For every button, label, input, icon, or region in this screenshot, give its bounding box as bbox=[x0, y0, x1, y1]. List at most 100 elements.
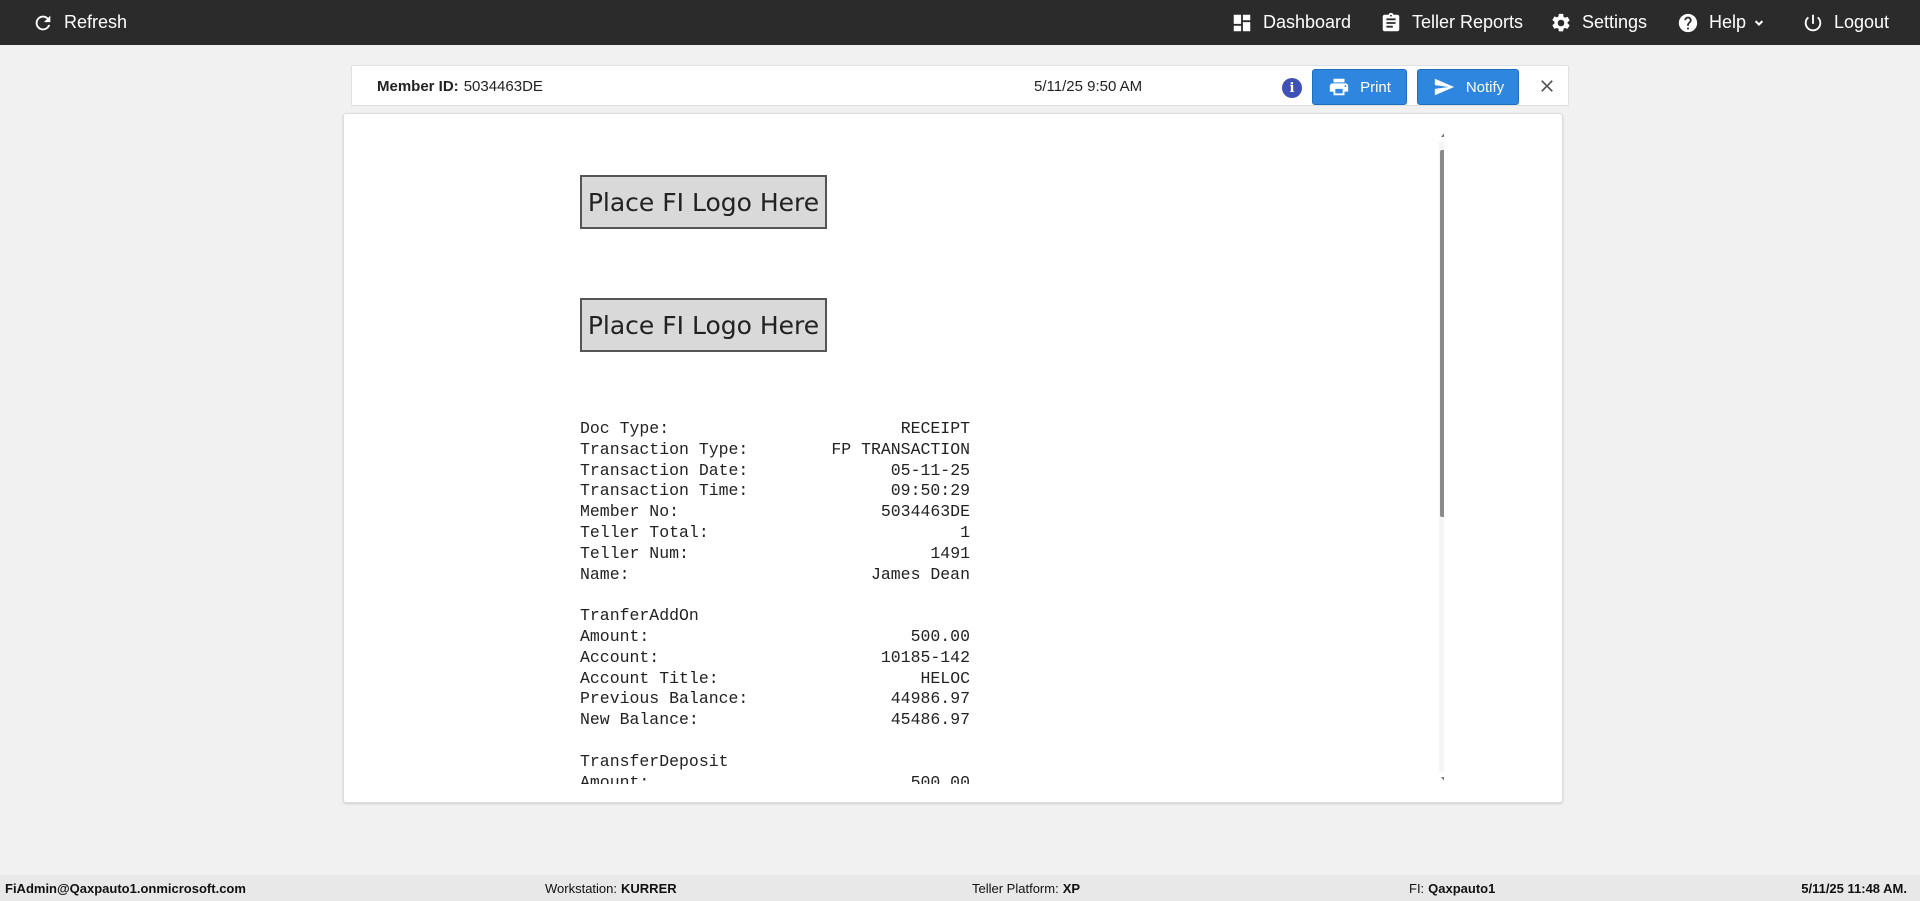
row-value: 05-11-25 bbox=[890, 460, 970, 480]
nav-help-label: Help bbox=[1709, 12, 1747, 32]
receipt-row: Name: James Dean bbox=[580, 565, 970, 586]
nav-dashboard[interactable]: Dashboard bbox=[1231, 0, 1351, 45]
row-value: 1491 bbox=[930, 543, 970, 563]
receipt-panel: Place FI Logo Here Place FI Logo Here Do… bbox=[343, 113, 1563, 803]
row-label: Transaction Type: bbox=[580, 439, 749, 459]
info-icon[interactable]: i bbox=[1282, 78, 1302, 98]
nav-settings-label: Settings bbox=[1582, 12, 1648, 32]
status-workstation: Workstation: KURRER bbox=[545, 875, 677, 901]
receipt-row: New Balance: 45486.97 bbox=[580, 710, 970, 731]
printer-icon bbox=[1329, 78, 1349, 96]
member-id-value: 5034463DE bbox=[463, 78, 543, 95]
row-value: 500.00 bbox=[910, 626, 970, 646]
fi-value: Qaxpauto1 bbox=[1428, 880, 1496, 896]
row-value: 5034463DE bbox=[880, 502, 970, 522]
logout-label: Logout bbox=[1834, 12, 1890, 32]
receipt-row: Transaction Time: 09:50:29 bbox=[580, 481, 970, 502]
receipt-header: Member ID: 5034463DE 5/11/25 9:50 AM i P… bbox=[351, 65, 1569, 106]
nav-teller-reports[interactable]: Teller Reports bbox=[1380, 0, 1523, 45]
teller-platform-label: Teller Platform: bbox=[972, 880, 1059, 896]
receipt-row: Transaction Type: FP TRANSACTION bbox=[580, 440, 970, 461]
row-label: Teller Num: bbox=[580, 543, 689, 563]
row-value: FP TRANSACTION bbox=[831, 439, 970, 459]
chevron-down-icon bbox=[1754, 19, 1764, 26]
teller-platform-value: XP bbox=[1062, 880, 1081, 896]
row-label: Teller Total: bbox=[580, 522, 709, 542]
clipboard-icon bbox=[1382, 12, 1400, 31]
notify-button[interactable]: Notify bbox=[1417, 69, 1519, 105]
row-label: New Balance: bbox=[580, 710, 699, 730]
member-id: Member ID: 5034463DE bbox=[377, 66, 543, 107]
row-value: 45486.97 bbox=[890, 710, 970, 730]
receipt-row: Teller Total: 1 bbox=[580, 523, 970, 544]
status-datetime: 5/11/25 11:48 AM. bbox=[1801, 880, 1907, 896]
receipt-row: Amount: 500.00 bbox=[580, 627, 970, 648]
status-teller-platform: Teller Platform: XP bbox=[972, 875, 1080, 901]
receipt-datetime: 5/11/25 9:50 AM bbox=[1034, 78, 1143, 95]
member-id-label: Member ID: bbox=[377, 78, 459, 95]
refresh-label: Refresh bbox=[64, 12, 128, 32]
refresh-button[interactable]: Refresh bbox=[32, 0, 127, 45]
receipt-row: Teller Num: 1491 bbox=[580, 544, 970, 565]
receipt-scrollbar[interactable] bbox=[1439, 132, 1444, 782]
workstation-label: Workstation: bbox=[545, 880, 618, 896]
row-value: 44986.97 bbox=[890, 689, 970, 709]
nav-dashboard-label: Dashboard bbox=[1263, 12, 1352, 32]
row-label: Name: bbox=[580, 564, 630, 584]
row-value: 500.00 bbox=[910, 772, 970, 784]
row-label: Transaction Date: bbox=[580, 460, 749, 480]
row-value: 09:50:29 bbox=[890, 481, 970, 501]
row-label: Amount: bbox=[580, 626, 650, 646]
power-icon bbox=[1804, 14, 1822, 31]
receipt-body: Doc Type: RECEIPT Transaction Type: FP TRA… bbox=[580, 419, 970, 784]
receipt-row: Amount: 500.00 bbox=[580, 773, 970, 784]
print-button[interactable]: Print bbox=[1312, 69, 1407, 105]
row-value: James Dean bbox=[870, 564, 970, 584]
status-user: FiAdmin@Qaxpauto1.onmicrosoft.com bbox=[5, 880, 246, 896]
row-value: 10185-142 bbox=[880, 647, 970, 667]
row-value: HELOC bbox=[920, 668, 970, 688]
workstation-value: KURRER bbox=[621, 880, 677, 896]
scroll-down-icon[interactable] bbox=[1441, 777, 1444, 782]
scroll-thumb[interactable] bbox=[1440, 150, 1444, 517]
send-icon bbox=[1434, 78, 1454, 96]
help-circle-icon bbox=[1678, 13, 1698, 32]
row-label: Member No: bbox=[580, 502, 680, 522]
receipt-row: Account Title: HELOC bbox=[580, 669, 970, 690]
row-label: Transaction Time: bbox=[580, 481, 749, 501]
nav-help-menu[interactable]: Help bbox=[1677, 0, 1766, 45]
receipt-row: Transaction Date: 05-11-25 bbox=[580, 461, 970, 482]
scroll-up-icon[interactable] bbox=[1441, 132, 1444, 137]
row-label: Account: bbox=[580, 647, 660, 667]
row-label: Doc Type: bbox=[580, 419, 670, 438]
row-label: Amount: bbox=[580, 772, 650, 784]
receipt-row: Account: 10185-142 bbox=[580, 648, 970, 669]
receipt-section-title: TranferAddOn bbox=[580, 606, 699, 626]
status-fi: FI: Qaxpauto1 bbox=[1409, 875, 1495, 901]
receipt-row: Member No: 5034463DE bbox=[580, 502, 970, 523]
row-value: RECEIPT bbox=[900, 419, 970, 438]
notify-label: Notify bbox=[1465, 78, 1505, 96]
dashboard-icon bbox=[1233, 14, 1251, 31]
refresh-icon bbox=[35, 15, 51, 30]
logout-button[interactable]: Logout bbox=[1802, 0, 1889, 45]
receipt-row: Doc Type: RECEIPT bbox=[580, 419, 970, 440]
row-label: Previous Balance: bbox=[580, 689, 749, 709]
close-icon[interactable] bbox=[1537, 76, 1557, 96]
nav-settings[interactable]: Settings bbox=[1550, 0, 1647, 45]
receipt-row: Previous Balance: 44986.97 bbox=[580, 689, 970, 710]
top-nav-bar: Refresh Dashboard Teller Reports Setting… bbox=[0, 0, 1920, 45]
row-value: 1 bbox=[960, 522, 970, 542]
receipt-preview[interactable]: Place FI Logo Here Place FI Logo Here Do… bbox=[344, 114, 1444, 784]
nav-teller-reports-label: Teller Reports bbox=[1412, 12, 1524, 32]
fi-logo-placeholder: Place FI Logo Here bbox=[580, 175, 827, 229]
status-bar: FiAdmin@Qaxpauto1.onmicrosoft.com Workst… bbox=[0, 875, 1920, 901]
row-label: Account Title: bbox=[580, 668, 719, 688]
print-label: Print bbox=[1360, 78, 1391, 96]
fi-label: FI: bbox=[1409, 880, 1425, 896]
fi-logo-placeholder: Place FI Logo Here bbox=[580, 298, 827, 352]
gear-icon bbox=[1552, 13, 1570, 31]
receipt-section-title: TransferDeposit bbox=[580, 751, 729, 771]
